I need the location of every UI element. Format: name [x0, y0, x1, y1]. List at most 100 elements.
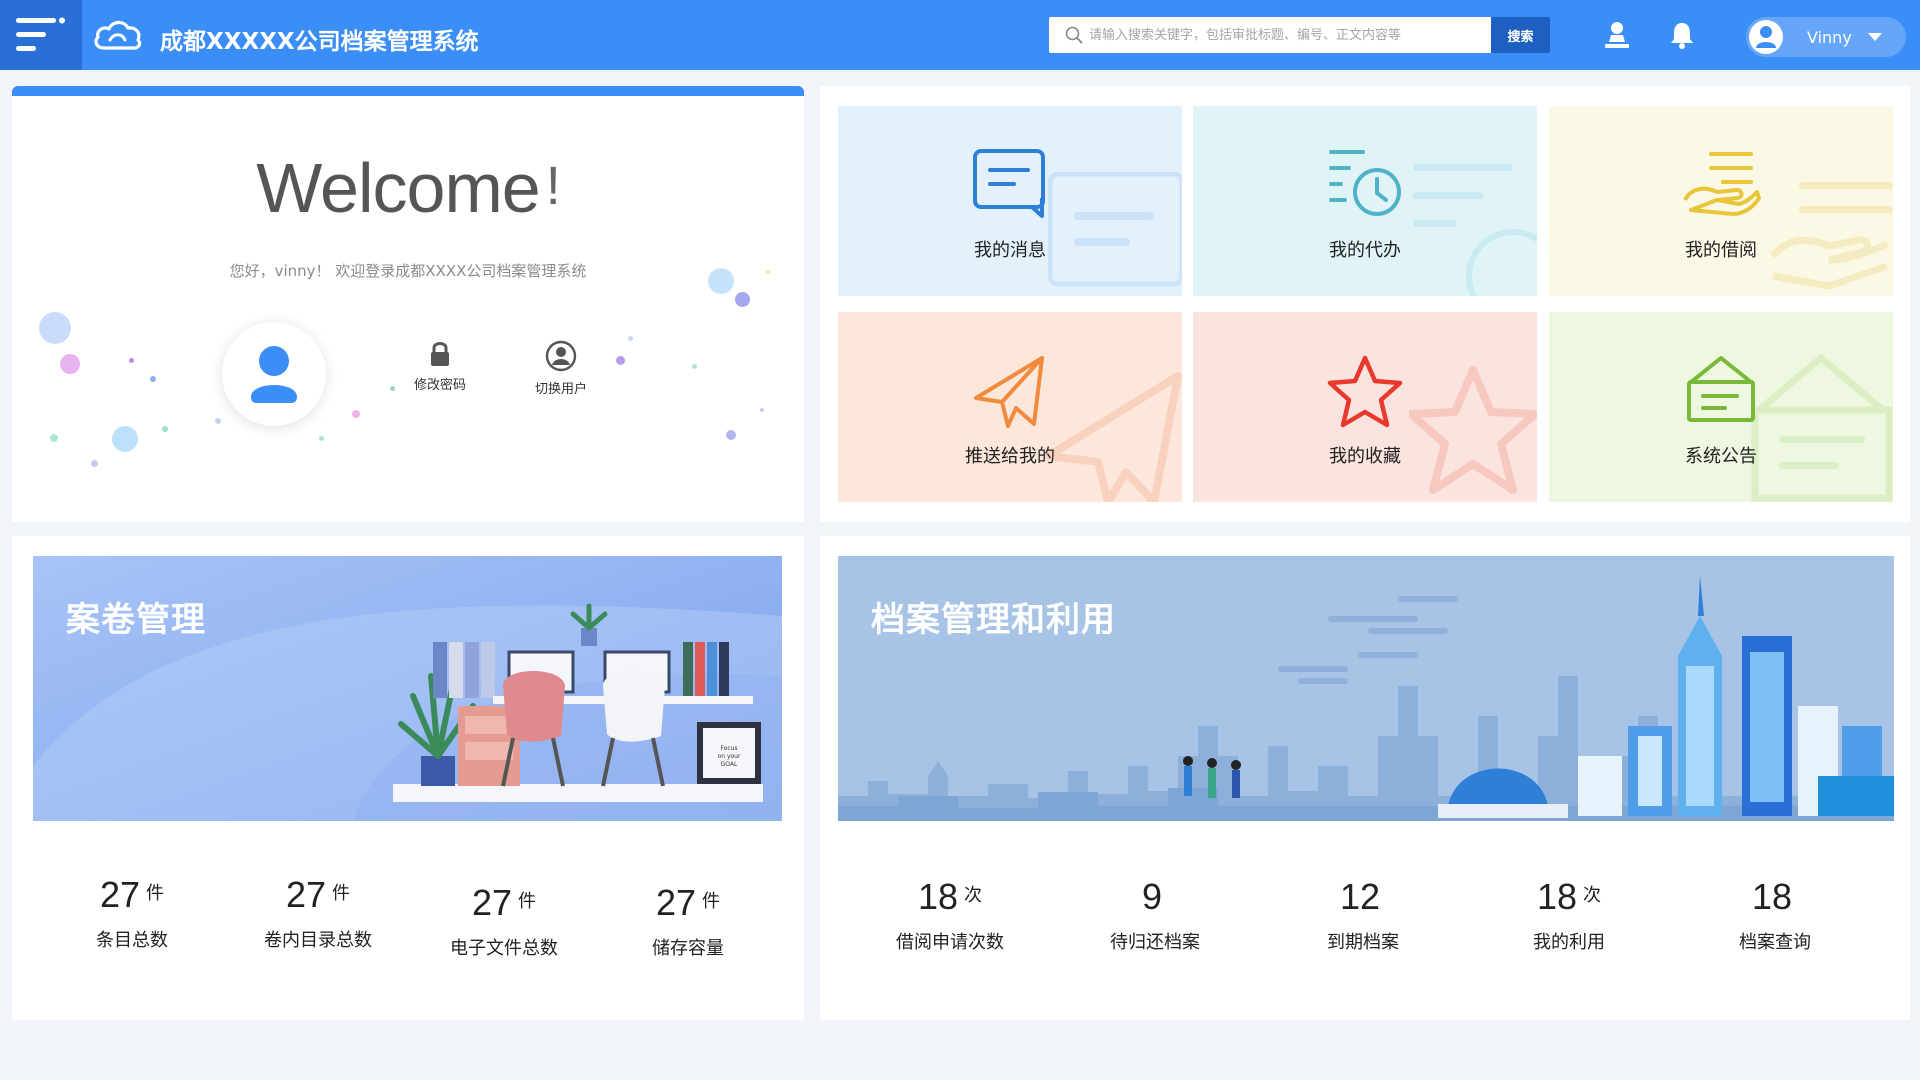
star-icon: [1327, 355, 1403, 428]
borrow-hand-icon: [1683, 152, 1761, 216]
decor-dot: [112, 426, 138, 452]
notice-envelope-icon: [1687, 356, 1755, 422]
stat-value: 27: [285, 874, 327, 915]
stat-label: 我的利用: [1533, 932, 1605, 953]
user-icon: [1756, 26, 1776, 48]
decor-dot: [726, 430, 736, 440]
stat-catalog-total[interactable]: 27 件 卷内目录总数: [228, 874, 408, 952]
stat-value: 18: [1536, 876, 1578, 917]
todo-icon-watermark: [1413, 164, 1537, 296]
welcome-text: Welcome: [256, 149, 540, 227]
tile-label: 我的代办: [1329, 240, 1401, 261]
tile-my-borrow[interactable]: 我的借阅: [1549, 106, 1893, 296]
stat-value: 18: [917, 876, 959, 917]
poster-line: on your: [718, 753, 741, 760]
decor-dot: [91, 460, 98, 467]
bell-icon[interactable]: [1667, 20, 1697, 50]
stat-expired-archives[interactable]: 12 到期档案: [1278, 876, 1448, 954]
switch-user-label: 切换用户: [534, 382, 587, 397]
top-header: 成都XXXXX公司档案管理系统 搜索 Vinny: [0, 0, 1920, 70]
decor-dot: [616, 356, 625, 365]
todo-clock-icon: [1329, 150, 1401, 216]
message-icon-watermark: [1048, 172, 1182, 287]
stat-unit: 件: [146, 883, 165, 904]
stat-value: 27: [99, 874, 141, 915]
stat-label: 储存容量: [652, 938, 724, 959]
dossier-title: 案卷管理: [66, 600, 206, 640]
menu-icon: [16, 17, 65, 51]
decor-dot: [692, 364, 697, 369]
welcome-title: Welcome!: [12, 148, 804, 228]
stat-efile-total[interactable]: 27 件 电子文件总数: [414, 882, 594, 960]
stat-storage[interactable]: 27 件 储存容量: [608, 882, 768, 960]
stat-label: 到期档案: [1327, 932, 1399, 953]
lock-icon: [431, 342, 449, 366]
tile-pushed-to-me[interactable]: 推送给我的: [838, 312, 1182, 502]
poster-line: GOAL: [721, 761, 738, 768]
stat-value: 18: [1751, 876, 1793, 917]
decor-dot: [39, 312, 71, 344]
decor-dot: [150, 376, 156, 382]
switch-user-button[interactable]: 切换用户: [516, 340, 606, 397]
stat-label: 待归还档案: [1110, 932, 1200, 953]
decor-dot: [215, 418, 221, 424]
stat-value: 27: [471, 882, 513, 923]
decor-dot: [766, 270, 770, 274]
stat-archive-query[interactable]: 18 档案查询: [1690, 876, 1860, 954]
welcome-panel: Welcome! 您好，vinny！ 欢迎登录成都XXXX公司档案管理系统 修改…: [12, 86, 804, 522]
search-box: [1049, 17, 1491, 53]
cloud-logo-icon: [94, 20, 142, 50]
stat-value: 27: [655, 882, 697, 923]
dossier-management-panel: Focus on your GOAL 案卷管理 27 件 条目总数 27 件 卷内目…: [12, 536, 804, 1020]
user-name: Vinny: [1807, 27, 1852, 47]
archive-management-panel: 档案管理和利用 18 次 借阅申请次数 9 待归还档案 12 到期档案 18 次 我…: [820, 536, 1910, 1020]
decor-dot: [60, 354, 80, 374]
notice-icon-watermark: [1751, 354, 1893, 502]
welcome-subtitle: 您好，vinny！ 欢迎登录成都XXXX公司档案管理系统: [229, 262, 587, 280]
change-password-button[interactable]: 修改密码: [395, 340, 485, 393]
tile-my-messages[interactable]: 我的消息: [838, 106, 1182, 296]
stat-borrow-requests[interactable]: 18 次 借阅申请次数: [860, 876, 1040, 954]
profile-avatar[interactable]: [222, 322, 326, 426]
decor-dot: [162, 426, 168, 432]
stat-unit: 件: [518, 891, 537, 912]
search-button[interactable]: 搜索: [1491, 17, 1550, 53]
tile-label: 系统公告: [1685, 446, 1757, 467]
paper-plane-icon-watermark: [1044, 372, 1182, 502]
stat-unit: 次: [1583, 885, 1602, 906]
stat-label: 电子文件总数: [450, 938, 558, 959]
search-icon: [1065, 26, 1083, 44]
change-password-label: 修改密码: [413, 378, 466, 393]
stat-my-usage[interactable]: 18 次 我的利用: [1484, 876, 1654, 954]
stat-label: 卷内目录总数: [264, 930, 372, 951]
stat-unit: 次: [964, 885, 983, 906]
paper-plane-icon: [974, 356, 1044, 428]
tile-my-todo[interactable]: 我的代办: [1193, 106, 1537, 296]
tile-my-favorites[interactable]: 我的收藏: [1193, 312, 1537, 502]
stat-unit: 件: [332, 883, 351, 904]
decor-dot: [760, 408, 764, 412]
tile-system-notice[interactable]: 系统公告: [1549, 312, 1893, 502]
avatar: [1749, 20, 1783, 54]
quick-tiles-panel: 我的消息 我的代办 我的借阅 推送给我的 我的收藏 系统公告: [820, 86, 1910, 522]
user-icon: [251, 346, 297, 403]
stat-unit: 件: [702, 891, 721, 912]
archive-title: 档案管理和利用: [871, 600, 1116, 640]
poster-line: Focus: [720, 745, 737, 752]
user-menu[interactable]: Vinny: [1746, 17, 1906, 57]
stat-entry-total[interactable]: 27 件 条目总数: [52, 874, 212, 952]
menu-toggle-button[interactable]: [0, 0, 82, 70]
decor-dot: [50, 434, 58, 442]
decor-dot: [628, 336, 633, 341]
stat-label: 借阅申请次数: [896, 932, 1004, 953]
stat-pending-return[interactable]: 9 待归还档案: [1070, 876, 1240, 954]
decor-dot: [319, 436, 324, 441]
upload-icon[interactable]: [1602, 20, 1632, 50]
decor-dot: [129, 358, 134, 363]
message-icon: [973, 149, 1045, 218]
search-input[interactable]: [1089, 18, 1491, 52]
stat-value: 9: [1141, 876, 1163, 917]
tile-label: 我的借阅: [1685, 240, 1757, 261]
star-icon-watermark: [1409, 366, 1537, 494]
switch-user-icon: [545, 340, 577, 372]
